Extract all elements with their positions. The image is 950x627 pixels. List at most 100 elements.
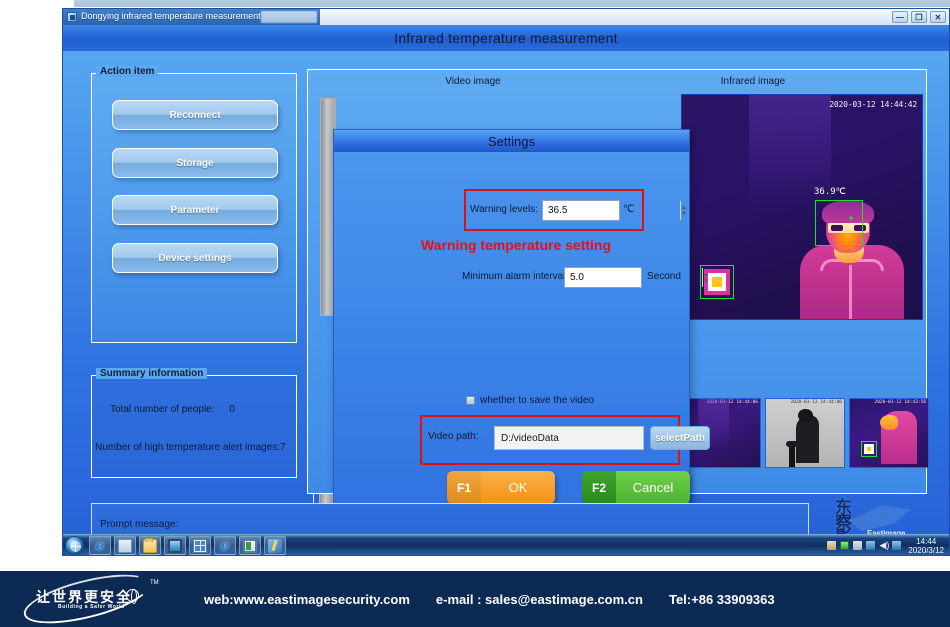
thumbnail-timestamp: 2020-03-12 14:44:06	[790, 400, 842, 405]
logo-globe-icon	[126, 588, 139, 604]
infrared-live-view[interactable]: 2020-03-12 14:44:42 36.9℃	[681, 94, 923, 320]
thumbnail-item[interactable]: 2020-03-12 14:43:58	[849, 398, 929, 468]
folder-icon	[143, 537, 157, 553]
taskbar-item-screen-app[interactable]	[239, 536, 261, 555]
high-temp-alerts-label: Number of high temperature alert images:…	[95, 442, 286, 453]
banner-gap	[0, 556, 950, 571]
titlebar-overlay-artifact	[261, 11, 317, 23]
monitor-icon	[168, 538, 182, 553]
internet-explorer-icon: e	[95, 537, 105, 554]
save-video-checkbox-label: whether to save the video	[480, 395, 594, 406]
ok-shortcut-key: F1	[447, 471, 481, 504]
thumbnail-thermal-person	[879, 411, 918, 465]
tray-security-icon[interactable]	[866, 541, 876, 550]
warning-level-stepper[interactable]: ▲ ▼	[542, 200, 687, 221]
taskbar-item-monitor[interactable]	[164, 536, 186, 555]
titlebar-right-fill	[320, 9, 949, 25]
total-people-label: Total number of people:	[110, 404, 215, 415]
summary-information-group: Summary information Total number of peop…	[91, 368, 297, 478]
warning-level-input[interactable]	[543, 201, 680, 220]
infrared-image-title: Infrared image	[720, 76, 786, 87]
volume-icon[interactable]: ◀)	[879, 541, 889, 550]
tray-green-app-icon[interactable]	[840, 541, 850, 550]
settings-dialog-title: Settings	[334, 130, 689, 152]
taskbar-item-folder[interactable]	[139, 536, 161, 555]
thumbnail-timestamp: 2020-03-12 14:43:58	[874, 400, 926, 405]
warning-level-label: Warning levels:	[470, 204, 538, 215]
close-button[interactable]: ✕	[930, 11, 946, 23]
video-path-label: Video path:	[428, 431, 479, 442]
measured-temperature-label: 36.9℃	[814, 187, 846, 197]
taskbar-item-paint-app[interactable]	[264, 536, 286, 555]
logo-trademark: TM	[150, 580, 159, 586]
min-alarm-spinner-arrows[interactable]: ▲ ▼	[702, 268, 709, 287]
screen-app-icon	[243, 538, 257, 553]
taskbar-item-grid-app[interactable]	[189, 536, 211, 555]
capture-thumbnail-strip: 2020-03-12 14:44:06 2020-03-12 14:44:06 …	[681, 398, 929, 468]
ok-button-label: OK	[481, 471, 555, 504]
device-settings-button[interactable]: Device settings	[112, 243, 278, 273]
app-header: Infrared temperature measurement	[63, 25, 949, 51]
maximize-button[interactable]: ❐	[911, 11, 927, 23]
infrared-timestamp: 2020-03-12 14:44:42	[829, 100, 917, 109]
windows-taskbar: e e ◀) 14:44 2020/3/12	[63, 534, 949, 555]
warning-level-spinner-arrows[interactable]: ▲ ▼	[680, 201, 687, 220]
warning-temperature-annotation: Warning temperature setting	[420, 237, 612, 253]
min-alarm-interval-input[interactable]	[565, 268, 702, 287]
parameter-button[interactable]: Parameter	[112, 195, 278, 225]
taskbar-item-document[interactable]	[114, 536, 136, 555]
system-tray: ◀) 14:44 2020/3/12	[827, 535, 947, 555]
window-titlebar[interactable]: Dongying infrared temperature measuremen…	[63, 9, 949, 25]
video-path-input[interactable]: D:/videoData	[494, 426, 644, 450]
chevron-down-icon[interactable]: ▼	[681, 211, 687, 217]
cancel-button[interactable]: F2 Cancel	[582, 471, 690, 504]
eastimage-brand-logo: 让世界更安全 TM Building a Safer World	[14, 564, 184, 627]
total-people-value: 0	[229, 404, 235, 415]
taskbar-item-internet-explorer[interactable]: e	[89, 536, 111, 555]
document-icon	[118, 538, 132, 553]
watermark-swoosh-icon	[849, 505, 911, 531]
taskbar-clock[interactable]: 14:44 2020/3/12	[905, 537, 947, 555]
warning-level-unit: ℃	[623, 204, 635, 215]
window-title: Dongying infrared temperature measuremen…	[81, 11, 261, 21]
logo-slogan-en: Building a Safer World	[58, 604, 125, 610]
app-body: Action item Reconnect Storage Parameter …	[63, 51, 949, 547]
taskbar-item-internet-explorer-2[interactable]: e	[214, 536, 236, 555]
banner-website: web:www.eastimagesecurity.com	[204, 591, 410, 607]
clock-time: 14:44	[916, 536, 937, 546]
storage-button[interactable]: Storage	[112, 148, 278, 178]
total-people-row: Total number of people: 0	[110, 404, 290, 415]
thumbnail-item[interactable]: 2020-03-12 14:44:06	[765, 398, 845, 468]
minimize-button[interactable]: —	[892, 11, 908, 23]
cancel-shortcut-key: F2	[582, 471, 616, 504]
tray-network-icon[interactable]	[892, 541, 902, 550]
start-button-icon[interactable]	[65, 536, 84, 555]
clock-date: 2020/3/12	[908, 545, 944, 555]
prompt-message-label: Prompt message:	[100, 519, 179, 530]
grid-app-icon	[193, 538, 207, 553]
banner-email: e-mail : sales@eastimage.com.cn	[435, 591, 643, 607]
chevron-down-icon[interactable]: ▼	[703, 278, 709, 284]
min-alarm-interval-stepper[interactable]: ▲ ▼	[564, 267, 709, 288]
tray-archive-icon[interactable]	[827, 541, 837, 550]
taskbar-items: e e	[89, 536, 286, 555]
action-item-group: Action item Reconnect Storage Parameter …	[91, 66, 297, 343]
internet-explorer-icon: e	[220, 537, 230, 554]
select-path-button[interactable]: selectPath	[650, 426, 710, 450]
maximize-icon: ❐	[915, 13, 923, 22]
settings-dialog: Settings Warning levels: ▲ ▼ ℃ Warning t…	[333, 129, 710, 540]
thumbnail-blackbody-box	[860, 441, 877, 458]
paint-app-icon	[268, 538, 282, 553]
minimize-icon: —	[896, 13, 904, 22]
banner-contact-info: web:www.eastimagesecurity.com e-mail : s…	[204, 592, 775, 607]
person-jacket-zipper	[849, 265, 852, 319]
save-video-checkbox-row[interactable]: whether to save the video	[466, 395, 594, 406]
min-alarm-interval-label: Minimum alarm interval:	[462, 271, 569, 282]
save-video-checkbox[interactable]	[466, 396, 475, 405]
brand-banner: 让世界更安全 TM Building a Safer World web:www…	[0, 564, 950, 627]
ok-button[interactable]: F1 OK	[447, 471, 555, 504]
video-image-title: Video image	[445, 76, 501, 87]
tray-device-icon[interactable]	[853, 541, 863, 550]
app-icon	[67, 12, 77, 22]
reconnect-button[interactable]: Reconnect	[112, 100, 278, 130]
